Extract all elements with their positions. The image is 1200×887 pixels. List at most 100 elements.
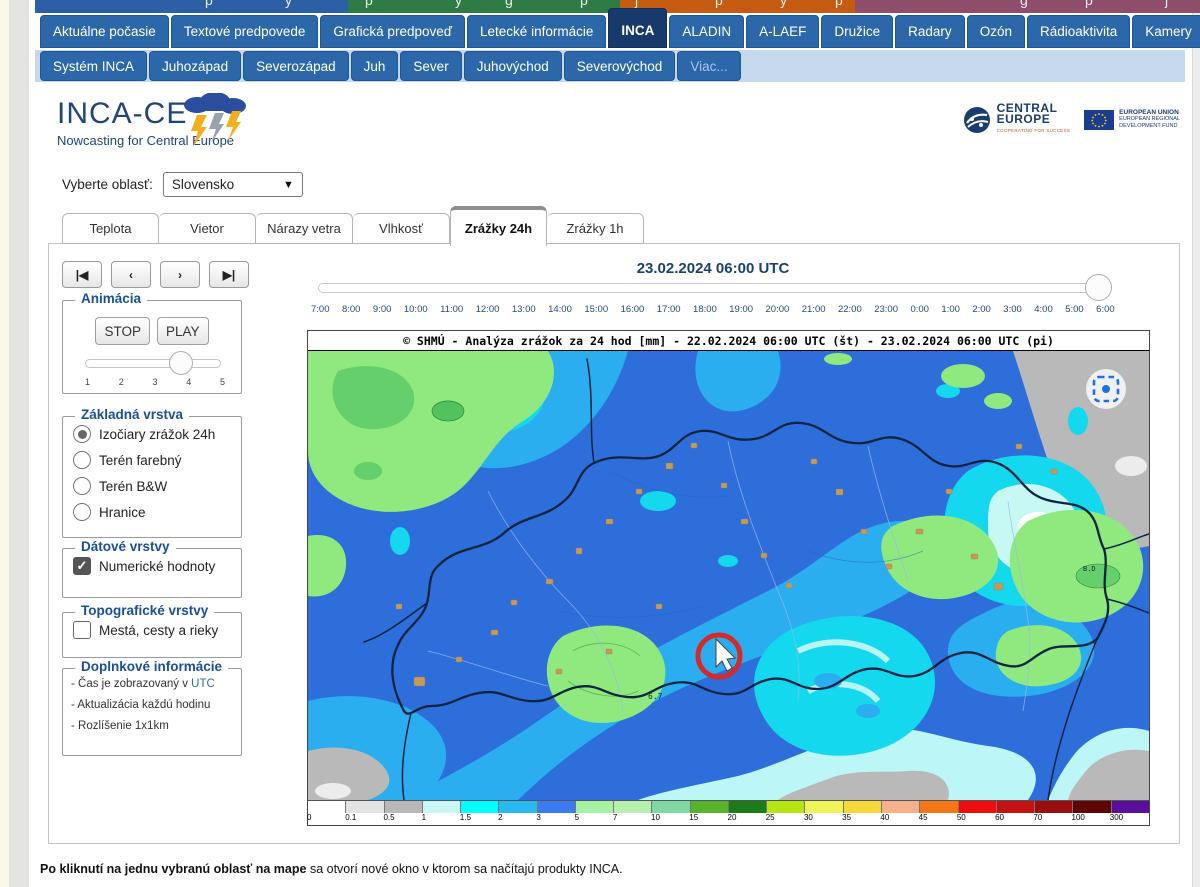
step-forward-button[interactable]: › [160,261,200,288]
map-value-label: 6.7 [648,692,663,701]
map-title: © SHMÚ - Analýza zrážok za 24 hod [mm] -… [308,331,1149,351]
map-canvas[interactable]: 6.7 B.D [308,351,1149,800]
nav-tab-aladin[interactable]: ALADIN [669,15,744,48]
data-layers-legend: Dátové vrstvy [75,539,176,554]
nav-tab-r-dioaktivita[interactable]: Rádioaktivita [1027,15,1130,48]
checkbox-numerick-hodnoty[interactable]: ✓ Numerické hodnoty [73,557,241,575]
subnav-tab-syst-m-inca[interactable]: Systém INCA [40,51,147,81]
radio-button-icon[interactable] [73,503,91,521]
footer-note-rest: sa otvorí nové okno v ktorom sa načítajú… [306,862,622,876]
menu-text-fragment: p [205,0,213,8]
capture-icon[interactable] [1086,369,1126,409]
speed-labels: 12345 [85,377,225,387]
page-scrollbar-gutter[interactable] [1192,0,1200,887]
central-europe-line2: EUROPE [997,114,1071,125]
stop-button[interactable]: STOP [95,317,150,345]
nav-tab-dru-ice[interactable]: Družice [821,15,893,48]
tab-vlhkos[interactable]: Vlhkosť [353,213,450,244]
play-button[interactable]: PLAY [157,317,209,345]
nav-tab-aktu-lne-po-asie[interactable]: Aktuálne počasie [40,15,169,48]
utc-link[interactable]: UTC [191,678,215,690]
radio-hranice[interactable]: Hranice [73,503,241,521]
radio-ter-n-b-w[interactable]: Terén B&W [73,477,241,495]
step-back-button[interactable]: ‹ [111,261,151,288]
radio-label: Terén B&W [99,479,167,494]
central-europe-tagline: COOPERATING FOR SUCCESS [997,125,1071,136]
speed-slider-track[interactable] [85,359,221,368]
tab-zr-ky-24h[interactable]: Zrážky 24h [450,206,547,246]
tab-n-razy-vetra[interactable]: Nárazy vetra [256,213,353,244]
info-line: - Rozlíšenie 1x1km [71,720,241,732]
colorbar-tick-50: 50 [957,813,966,822]
time-tick-2-00: 2:00 [972,304,991,315]
checkbox-icon[interactable]: ✓ [73,557,91,575]
time-slider-track[interactable] [318,283,1108,293]
step-last-button[interactable]: ▶| [209,261,249,288]
nav-tab-kamery[interactable]: Kamery [1132,15,1200,48]
radio-button-icon[interactable] [73,451,91,469]
radio-button-icon[interactable] [73,425,91,443]
speed-label-1: 1 [85,377,90,387]
checkbox-label: Numerické hodnoty [99,559,215,574]
colorbar-tick-20: 20 [728,813,737,822]
nav-tab-oz-n[interactable]: Ozón [967,15,1025,48]
radio-button-icon[interactable] [73,477,91,495]
time-tick-5-00: 5:00 [1065,304,1084,315]
page-left-margin [0,0,9,887]
colorbar-cell-40 [882,801,920,813]
time-tick-4-00: 4:00 [1034,304,1053,315]
menu-text-fragment: y [285,0,292,8]
subnav-tab-severoz-pad[interactable]: Severozápad [243,51,349,81]
subnav-tab-juhoz-pad[interactable]: Juhozápad [149,51,241,81]
colorbar-cell-30 [805,801,843,813]
topo-layers-group: Topografické vrstvy Mestá, cesty a rieky [62,612,242,658]
time-tick-12-00: 12:00 [476,304,500,315]
subnav-tab-viac[interactable]: Viac... [677,51,740,81]
info-line: - Čas je zobrazovaný v UTC [71,678,241,690]
additional-info-legend: Doplnkové informácie [75,659,228,674]
checkbox-label: Mestá, cesty a rieky [99,623,218,638]
nav-tab-inca[interactable]: INCA [608,8,667,48]
colorbar-cell-2 [499,801,537,813]
time-tick-8-00: 8:00 [342,304,361,315]
tab-vietor[interactable]: Vietor [159,213,256,244]
precipitation-colorbar [308,800,1149,813]
menu-text-fragment: p [1085,0,1093,8]
base-layer-legend: Základná vrstva [75,407,189,422]
checkbox-icon[interactable] [73,621,91,639]
nav-tab-radary[interactable]: Radary [895,15,965,48]
time-tick-labels: 7:008:009:0010:0011:0012:0013:0014:0015:… [311,304,1115,315]
radio-label: Izočiary zrážok 24h [99,427,215,442]
nav-tab-a-laef[interactable]: A-LAEF [746,15,819,48]
region-select[interactable]: Slovensko ▼ [163,172,303,197]
speed-label-3: 3 [152,377,157,387]
nav-tab-leteck-inform-cie[interactable]: Letecké informácie [467,15,606,48]
tab-teplota[interactable]: Teplota [62,213,159,244]
time-tick-14-00: 14:00 [548,304,572,315]
menu-text-fragment: p [365,0,373,8]
time-step-buttons: |◀ ‹ › ▶| [62,261,249,288]
colorbar-cell-0.1 [346,801,384,813]
speed-slider-handle[interactable] [169,351,193,375]
checkbox-mest-cesty-a-rieky[interactable]: Mestá, cesty a rieky [73,621,241,639]
radio-izo-iary-zr-ok-24h[interactable]: Izočiary zrážok 24h [73,425,241,443]
footer-note-bold: Po kliknutí na jednu vybranú oblasť na m… [40,862,306,876]
time-slider-handle[interactable] [1085,274,1112,301]
precipitation-map[interactable]: © SHMÚ - Analýza zrážok za 24 hod [mm] -… [307,330,1150,826]
radio-ter-n-farebn[interactable]: Terén farebný [73,451,241,469]
subnav-tab-juh[interactable]: Juh [351,51,399,81]
nav-tab-grafick-predpove[interactable]: Grafická predpoveď [320,15,465,48]
step-first-button[interactable]: |◀ [62,261,102,288]
colorbar-cell-7 [614,801,652,813]
colorbar-cell-45 [920,801,958,813]
time-tick-11-00: 11:00 [440,304,463,315]
region-select-label: Vyberte oblasť: [62,177,153,192]
nav-tab-textov-predpovede[interactable]: Textové predpovede [171,15,319,48]
subnav-tab-sever[interactable]: Sever [400,51,461,81]
menu-text-fragment: y [780,0,787,8]
subnav-tab-juhov-chod[interactable]: Juhovýchod [464,51,562,81]
tab-zr-ky-1h[interactable]: Zrážky 1h [547,213,644,244]
menu-text-fragment: p [835,0,843,8]
time-tick-13-00: 13:00 [512,304,536,315]
subnav-tab-severov-chod[interactable]: Severovýchod [564,51,676,81]
